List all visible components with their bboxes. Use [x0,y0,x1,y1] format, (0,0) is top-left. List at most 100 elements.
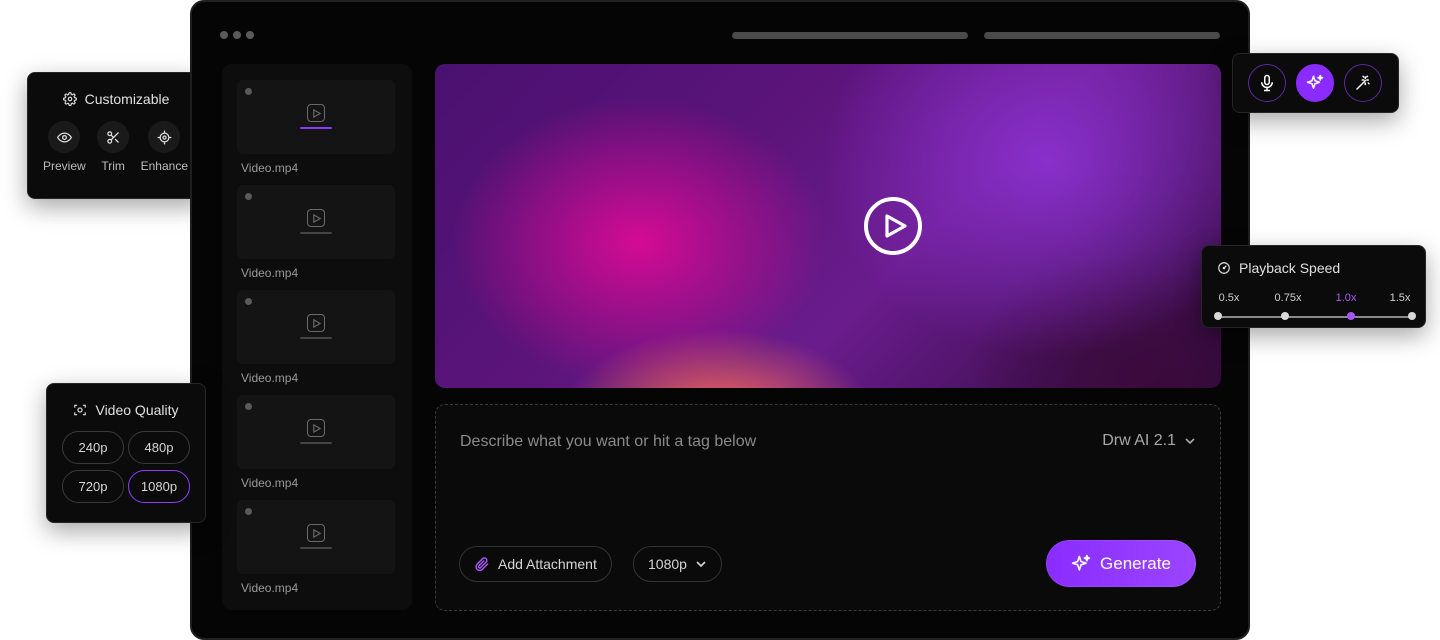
quality-options: 240p 480p 720p 1080p [62,431,205,503]
thumbnail-dot [245,508,252,515]
play-icon [307,419,325,437]
preview-tool[interactable]: Preview [43,121,86,173]
generate-button-label: Generate [1100,553,1171,573]
enhance-tool[interactable]: Enhance [141,121,188,173]
thumbnail-progress-bar [300,232,332,234]
thumbnail-progress-bar [300,127,332,129]
thumbnail-progress-bar [300,442,332,444]
playback-speed-title: Playback Speed [1217,260,1425,276]
prompt-input[interactable]: Describe what you want or hit a tag belo… [460,433,756,451]
thumbnail-dot [245,88,252,95]
speedometer-icon [1218,262,1230,274]
video-name: Video.mp4 [241,161,299,175]
focus-frame-icon [74,404,87,416]
magic-wand-icon [1356,75,1370,90]
quality-option-1080p[interactable]: 1080p [128,470,190,503]
play-icon [307,314,325,332]
trim-tool-label: Trim [101,159,125,173]
prompt-box[interactable]: Describe what you want or hit a tag belo… [435,404,1221,611]
video-list-item[interactable]: Video.mp4 [237,500,396,605]
trim-tool-button[interactable] [97,121,130,153]
video-name: Video.mp4 [241,476,299,490]
speed-label-1.0x[interactable]: 1.0x [1336,292,1357,304]
add-attachment-button[interactable]: Add Attachment [459,546,612,582]
thumbnail-dot [245,298,252,305]
customizable-panel: Customizable Preview Trim Enhance [27,72,205,199]
play-icon [307,104,325,122]
play-button[interactable] [864,197,922,255]
quality-option-720p[interactable]: 720p [62,470,124,503]
play-icon [307,524,325,542]
microphone-button[interactable] [1248,64,1286,102]
scissors-icon [106,130,119,144]
generate-button[interactable]: Generate [1046,540,1196,587]
window-dots [220,31,254,39]
video-thumbnail[interactable] [237,395,395,469]
microphone-icon [1261,74,1273,92]
video-name: Video.mp4 [241,581,299,595]
speed-stop-1.5x[interactable] [1408,312,1416,320]
playback-speed-panel: Playback Speed 0.5x 0.75x 1.0x 1.5x [1201,245,1426,328]
enhance-tool-label: Enhance [140,159,188,173]
chevron-down-icon [696,561,706,568]
video-thumbnail[interactable] [237,185,395,259]
video-quality-title-text: Video Quality [95,402,179,418]
window-dot [220,31,228,39]
sparkle-button[interactable] [1296,64,1334,102]
video-list-sidebar: Video.mp4 Video.mp4 Video.mp4 Video.mp4 … [222,64,412,610]
model-select[interactable]: Drw AI 2.1 [1102,432,1196,450]
speed-stop-1.0x[interactable] [1347,312,1355,320]
sparkle-icon [1306,74,1324,89]
preview-tool-button[interactable] [48,121,81,153]
quality-option-480p[interactable]: 480p [128,431,190,464]
window-dot [246,31,254,39]
video-thumbnail[interactable] [237,290,395,364]
customizable-title-text: Customizable [84,91,170,107]
sparkle-icon [1071,554,1091,571]
speed-label-0.75x[interactable]: 0.75x [1275,292,1302,304]
chevron-down-icon [1185,438,1195,445]
window-dot [233,31,241,39]
add-attachment-label: Add Attachment [498,556,597,572]
paperclip-icon [475,557,489,572]
gear-icon [62,92,77,106]
model-select-label: Drw AI 2.1 [1102,432,1176,449]
topbar-placeholder-bar [732,32,968,39]
quality-option-240p[interactable]: 240p [62,431,124,464]
speed-label-0.5x[interactable]: 0.5x [1219,292,1240,304]
video-thumbnail[interactable] [237,500,395,574]
video-thumbnail[interactable] [237,80,395,154]
speed-label-1.5x[interactable]: 1.5x [1390,292,1411,304]
video-list-item[interactable]: Video.mp4 [237,290,396,395]
thumbnail-progress-bar [300,547,332,549]
thumbnail-progress-bar [300,337,332,339]
video-list-item[interactable]: Video.mp4 [237,185,396,290]
play-icon [307,209,325,227]
speed-slider-track[interactable] [1218,316,1412,318]
speed-stop-0.75x[interactable] [1281,312,1289,320]
preview-tool-label: Preview [43,159,86,173]
video-name: Video.mp4 [241,371,299,385]
enhance-tool-button[interactable] [148,121,181,153]
video-name: Video.mp4 [241,266,299,280]
video-list-item[interactable]: Video.mp4 [237,395,396,500]
eye-icon [56,131,72,143]
topbar-placeholder-bar [984,32,1220,39]
trim-tool[interactable]: Trim [97,121,130,173]
tool-row: Preview Trim Enhance [43,121,188,173]
video-preview[interactable] [435,64,1221,388]
voice-tools-panel [1232,53,1399,113]
resolution-select-label: 1080p [648,556,687,572]
video-list-item[interactable]: Video.mp4 [237,80,396,185]
thumbnail-dot [245,193,252,200]
magic-wand-button[interactable] [1344,64,1382,102]
thumbnail-dot [245,403,252,410]
resolution-select[interactable]: 1080p [633,546,722,582]
speed-labels: 0.5x 0.75x 1.0x 1.5x [1202,292,1425,306]
play-icon [885,214,907,238]
video-quality-panel: Video Quality 240p 480p 720p 1080p [46,383,206,523]
customizable-title: Customizable [28,91,204,107]
speed-stop-0.5x[interactable] [1214,312,1222,320]
playback-speed-title-text: Playback Speed [1239,260,1341,276]
crosshair-icon [157,130,172,144]
